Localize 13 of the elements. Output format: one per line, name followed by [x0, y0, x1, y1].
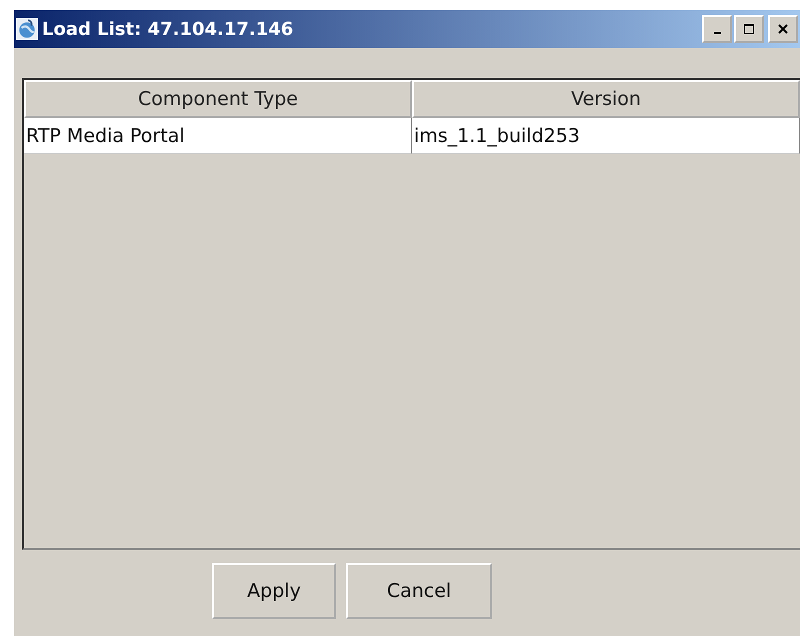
maximize-button[interactable] [734, 15, 764, 43]
close-icon [777, 23, 789, 35]
table-cell: RTP Media Portal [24, 118, 412, 154]
dialog-button[interactable]: Cancel [346, 563, 492, 619]
window-title: Load List: 47.104.17.146 [42, 18, 294, 40]
close-button[interactable] [768, 15, 798, 43]
column-header[interactable]: Component Type [24, 80, 412, 118]
globe-icon [16, 18, 38, 40]
minimize-icon [714, 32, 720, 34]
maximize-icon [743, 23, 755, 35]
column-header[interactable]: Version [412, 80, 800, 118]
dialog-button[interactable]: Apply [212, 563, 336, 619]
table-cell: ims_1.1_build253 [412, 118, 800, 154]
